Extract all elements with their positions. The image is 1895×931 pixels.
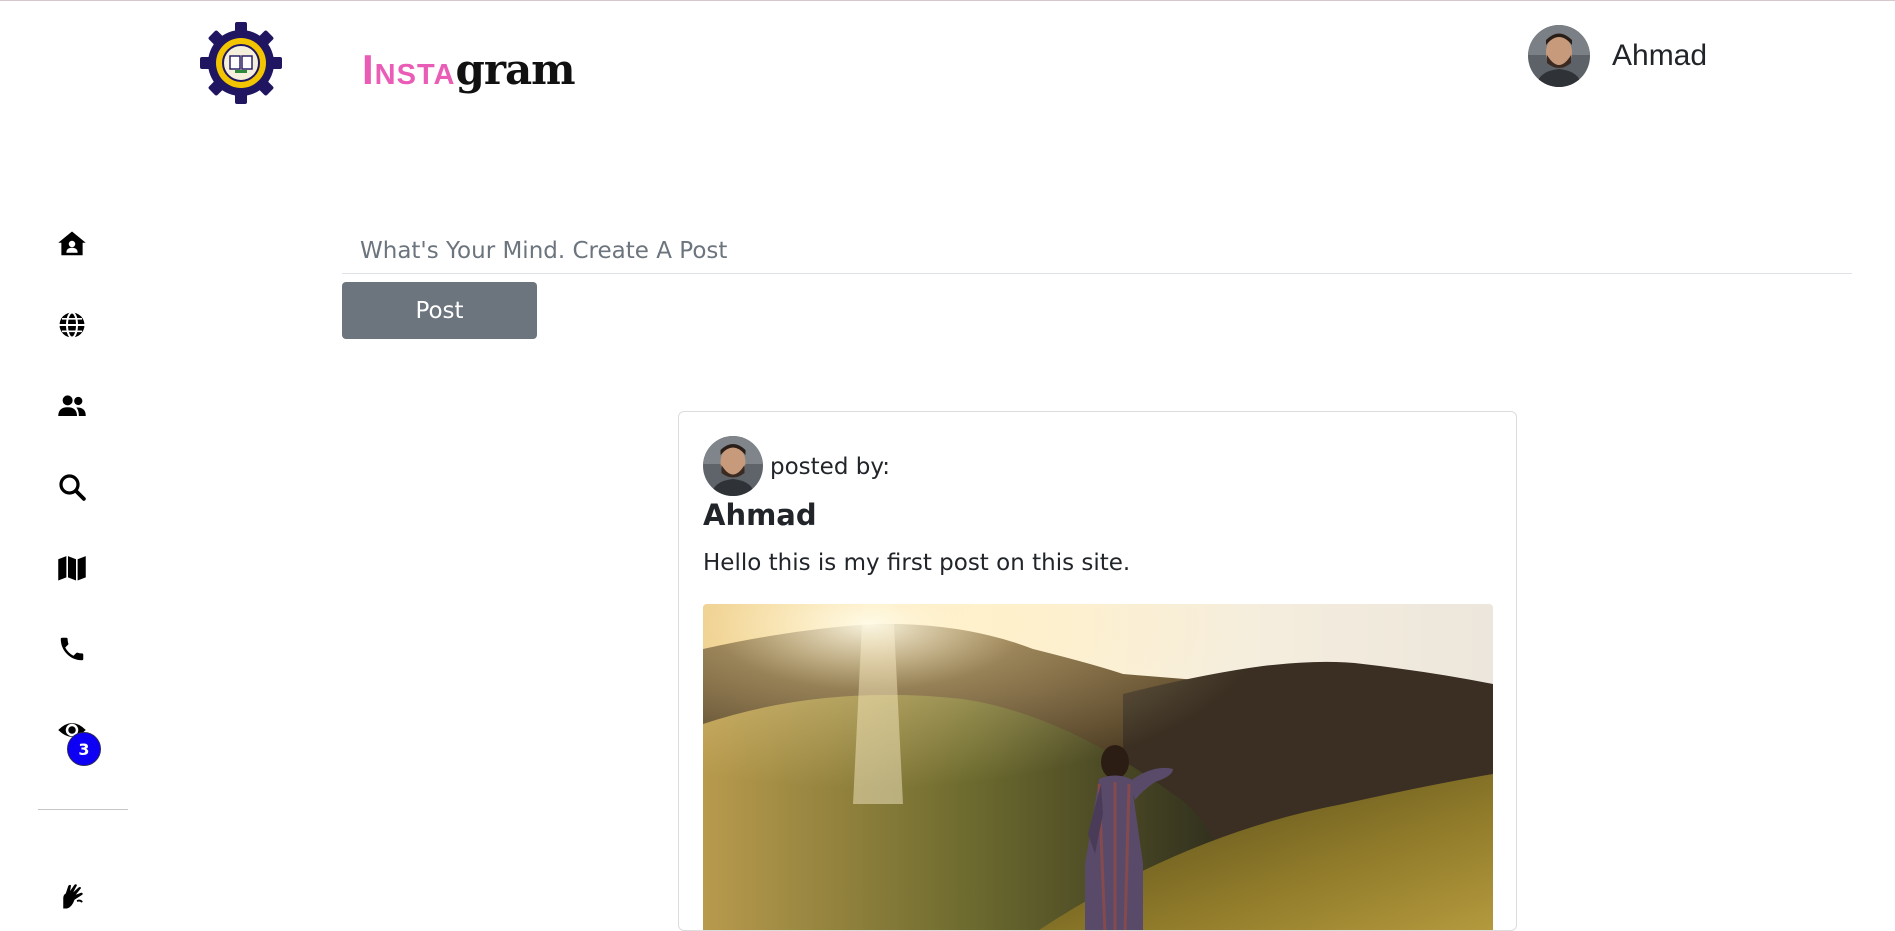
post-author-avatar[interactable] [703, 436, 763, 496]
sidebar-item-contact[interactable] [52, 629, 92, 669]
create-post-input[interactable] [342, 228, 1852, 274]
user-name[interactable]: Ahmad [1612, 36, 1707, 76]
brand-suffix: gram [455, 45, 575, 94]
sign-language-icon [63, 884, 83, 909]
sidebar-item-accessibility[interactable] [52, 876, 92, 916]
sidebar-item-map[interactable] [52, 548, 92, 588]
users-icon [58, 395, 86, 416]
header: Instagram Ahmad [0, 0, 1895, 130]
post-image[interactable] [703, 604, 1493, 930]
post-text: Hello this is my first post on this site… [703, 550, 1131, 576]
sidebar-item-search[interactable] [52, 467, 92, 507]
search-icon [59, 474, 86, 501]
posted-by-label: posted by: [770, 454, 891, 480]
sidebar-item-home[interactable] [52, 224, 92, 264]
globe-icon [59, 311, 85, 339]
map-icon [58, 556, 86, 581]
sidebar-item-friends[interactable] [52, 386, 92, 426]
phone-icon [60, 637, 84, 661]
user-avatar[interactable] [1528, 25, 1590, 87]
post-author-name[interactable]: Ahmad [703, 495, 817, 535]
views-count-badge: 3 [67, 732, 101, 766]
home-user-icon [58, 231, 86, 256]
post-card: posted by: Ahmad Hello this is my first … [678, 411, 1517, 931]
brand-prefix: Insta [362, 46, 456, 93]
sidebar [0, 190, 150, 913]
sidebar-divider [38, 809, 128, 810]
university-logo[interactable] [200, 22, 282, 104]
sidebar-item-explore[interactable] [52, 305, 92, 345]
brand-logo[interactable]: Instagram [362, 44, 576, 96]
post-button[interactable]: Post [342, 282, 537, 339]
